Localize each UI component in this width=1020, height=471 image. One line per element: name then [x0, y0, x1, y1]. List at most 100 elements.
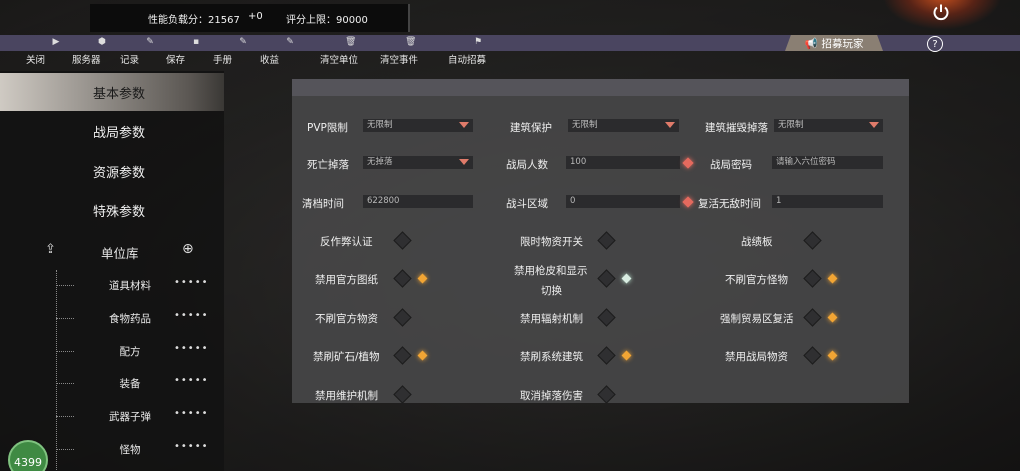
- toggle-label: 禁用枪皮和显示: [514, 265, 588, 277]
- income-button[interactable]: ✎ 收益: [260, 37, 320, 67]
- cube-icon: ⬢: [98, 37, 106, 47]
- unit-item-recipes[interactable]: 配方 •••••: [56, 343, 224, 361]
- status-bar: 性能负载分：21567 +0 评分上限：90000: [90, 4, 410, 32]
- build-drop-select[interactable]: 无限制: [774, 119, 883, 132]
- perf-score: 性能负载分：21567: [148, 15, 240, 26]
- pvp-label: PVP限制: [307, 122, 348, 134]
- more-icon[interactable]: •••••: [174, 277, 209, 288]
- toggle-label: 禁用维护机制: [315, 390, 378, 402]
- build-protect-select[interactable]: 无限制: [568, 119, 679, 132]
- clear-units-button[interactable]: 🗑 清空单位: [320, 37, 380, 67]
- unit-item-label: 怪物: [119, 444, 141, 456]
- unit-item-label: 食物药品: [109, 313, 151, 325]
- build-protect-label: 建筑保护: [510, 122, 552, 134]
- respawn-input[interactable]: 1: [772, 195, 883, 208]
- sidebar-item-basic[interactable]: 基本参数: [0, 73, 224, 111]
- toggle-label: 禁用辐射机制: [520, 313, 583, 325]
- more-icon[interactable]: •••••: [174, 441, 209, 452]
- toggle-label: 战绩板: [741, 236, 773, 248]
- toggle-label: 不刷官方物资: [315, 313, 378, 325]
- power-button[interactable]: [882, 0, 1002, 30]
- sidebar-item-special[interactable]: 特殊参数: [0, 191, 224, 229]
- build-drop-label: 建筑摧毁掉落: [705, 122, 768, 134]
- password-input[interactable]: 请输入六位密码: [772, 156, 883, 169]
- dropdown-arrow-icon: [665, 122, 675, 128]
- play-icon: ▶: [52, 37, 60, 47]
- export-icon[interactable]: ⇪: [45, 242, 56, 257]
- sidebar-item-resource[interactable]: 资源参数: [0, 152, 224, 190]
- auto-recruit-button[interactable]: ⚑ 自动招募: [448, 37, 508, 67]
- recruit-label: 招募玩家: [821, 37, 864, 50]
- combat-zone-label: 战斗区域: [506, 198, 548, 210]
- unit-item-monsters[interactable]: 怪物 •••••: [56, 441, 224, 459]
- sidebar-item-label: 战局参数: [93, 125, 146, 141]
- wipe-time-input[interactable]: 622800: [363, 195, 473, 208]
- toggle-label: 取消掉落伤害: [520, 390, 583, 402]
- toggle-label: 禁刷系统建筑: [520, 351, 583, 363]
- server-label: 服务器: [72, 55, 101, 66]
- add-folder-icon[interactable]: ⊕: [182, 241, 194, 257]
- players-label: 战局人数: [506, 159, 548, 171]
- dropdown-arrow-icon: [459, 159, 469, 165]
- clear-events-label: 清空事件: [380, 55, 419, 66]
- more-icon[interactable]: •••••: [174, 343, 209, 354]
- auto-recruit-label: 自动招募: [448, 55, 487, 66]
- save-label: 保存: [166, 55, 186, 66]
- wipe-time-label: 清档时间: [302, 198, 344, 210]
- dropdown-arrow-icon: [459, 122, 469, 128]
- sidebar-item-label: 资源参数: [93, 165, 146, 181]
- toggle-label: 不刷官方怪物: [725, 274, 788, 286]
- tree-line: [56, 270, 57, 470]
- death-drop-label: 死亡掉落: [307, 159, 349, 171]
- save-icon: ▪: [192, 37, 200, 47]
- password-label: 战局密码: [710, 159, 752, 171]
- players-input[interactable]: 100: [566, 156, 680, 169]
- pvp-select[interactable]: 无限制: [363, 119, 473, 132]
- build-drop-value: 无限制: [778, 120, 804, 130]
- toggle-label: 禁用战局物资: [725, 351, 788, 363]
- pvp-value: 无限制: [367, 120, 393, 130]
- clear-events-button[interactable]: 🗑 清空事件: [380, 37, 440, 67]
- death-drop-value: 无掉落: [367, 157, 393, 167]
- unit-item-weapons[interactable]: 武器子弹 •••••: [56, 408, 224, 426]
- recruit-players-button[interactable]: 📢 招募玩家: [785, 35, 883, 51]
- clear-units-label: 清空单位: [320, 55, 359, 66]
- manual-label: 手册: [213, 55, 233, 66]
- unit-item-label: 道具材料: [109, 280, 151, 292]
- unit-item-label: 装备: [119, 378, 141, 390]
- unit-item-label: 武器子弹: [109, 411, 151, 423]
- income-label: 收益: [260, 55, 280, 66]
- help-icon[interactable]: ?: [927, 36, 943, 52]
- panel-header: [292, 79, 909, 96]
- unit-item-label: 配方: [119, 346, 141, 358]
- trash-icon: 🗑: [345, 37, 357, 47]
- toggle-label: 强制贸易区复活: [720, 313, 794, 325]
- more-icon[interactable]: •••••: [174, 408, 209, 419]
- toggle-label: 反作弊认证: [320, 236, 373, 248]
- ledger-icon: ✎: [286, 37, 294, 47]
- toggle-label: 禁刷矿石/植物: [313, 351, 380, 363]
- unit-item-food[interactable]: 食物药品 •••••: [56, 310, 224, 328]
- sidebar-item-battle[interactable]: 战局参数: [0, 112, 224, 150]
- flag-icon: ⚑: [473, 37, 483, 47]
- sidebar-item-label: 基本参数: [93, 86, 146, 102]
- score-limit: 评分上限：90000: [286, 15, 368, 26]
- respawn-label: 复活无敌时间: [698, 198, 761, 210]
- sidebar-item-label: 特殊参数: [93, 204, 146, 220]
- record-label: 记录: [120, 55, 140, 66]
- unit-item-materials[interactable]: 道具材料 •••••: [56, 277, 224, 295]
- combat-zone-input[interactable]: 0: [566, 195, 680, 208]
- build-protect-value: 无限制: [572, 120, 598, 130]
- toggle-label-line2: 切换: [541, 285, 562, 297]
- toggle-label: 禁用官方图纸: [315, 274, 378, 286]
- close-label: 关闭: [26, 55, 46, 66]
- unit-item-equipment[interactable]: 装备 •••••: [56, 375, 224, 393]
- unit-library-header[interactable]: ⇪ 单位库 ⊕: [0, 240, 224, 264]
- edit-icon: ✎: [146, 37, 154, 47]
- megaphone-icon: 📢: [804, 37, 818, 50]
- more-icon[interactable]: •••••: [174, 375, 209, 386]
- more-icon[interactable]: •••••: [174, 310, 209, 321]
- death-drop-select[interactable]: 无掉落: [363, 156, 473, 169]
- toggle-label: 限时物资开关: [520, 236, 583, 248]
- trash-icon: 🗑: [405, 37, 417, 47]
